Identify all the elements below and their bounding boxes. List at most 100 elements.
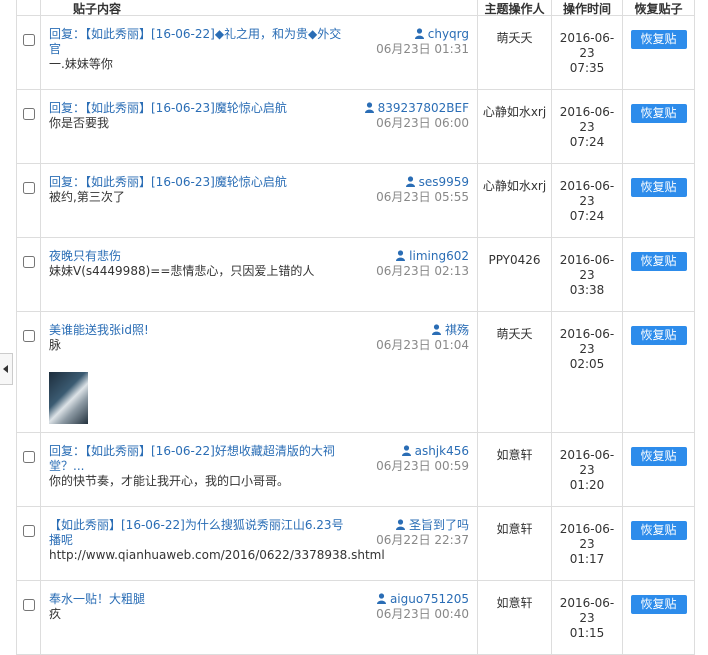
operator-name: 心静如水xrj [477, 89, 552, 164]
operator-name: 如意轩 [477, 432, 552, 507]
restore-cell: 恢复贴 [622, 506, 695, 581]
post-time: 06月22日 22:37 [376, 533, 469, 547]
post-content-cell: 回复：【如此秀丽】[16-06-23]魔轮惊心启航 839237802BEF 0… [40, 89, 478, 164]
post-content-cell: 美谁能送我张id照! 祺殇 06月23日 01:04 脉 [40, 311, 478, 433]
post-content-cell: 回复：【如此秀丽】[16-06-22]好想收藏超清版的大祠堂？... ashjk… [40, 432, 478, 507]
header-operator: 主题操作人 [477, 0, 552, 16]
restore-post-button[interactable]: 恢复贴 [630, 30, 687, 49]
post-title-link[interactable]: 美谁能送我张id照! [49, 323, 349, 338]
restore-cell: 恢复贴 [622, 580, 695, 655]
post-author-link[interactable]: ses9959 [419, 175, 469, 189]
post-author-link[interactable]: liming602 [409, 249, 469, 263]
restore-cell: 恢复贴 [622, 237, 695, 312]
header-checkbox-cell [16, 0, 41, 16]
operation-time: 2016-06- 23 03:38 [551, 237, 623, 312]
user-icon [396, 249, 409, 263]
restore-cell: 恢复贴 [622, 432, 695, 507]
post-content-cell: 奉水一贴！大粗腿 aiguo751205 06月23日 00:40 疚 [40, 580, 478, 655]
restore-post-button[interactable]: 恢复贴 [630, 595, 687, 614]
user-icon [414, 27, 428, 41]
header-content: 贴子内容 [40, 0, 478, 16]
post-body: 一.妹妹等你 [49, 57, 113, 71]
operator-name: 萌夭夭 [477, 15, 552, 90]
post-author-link[interactable]: aiguo751205 [390, 592, 469, 606]
deleted-posts-panel: 贴子内容 主题操作人 操作时间 恢复贴子 回复：【如此秀丽】[16-06-22]… [16, 0, 695, 655]
restore-post-button[interactable]: 恢复贴 [630, 447, 687, 466]
post-content-cell: 【如此秀丽】[16-06-22]为什么搜狐说秀丽江山6.23号播呢 圣旨到了吗 … [40, 506, 478, 581]
post-body: 你的快节奏，才能让我开心，我的口小哥哥。 [49, 474, 290, 488]
operator-name: 心静如水xrj [477, 163, 552, 238]
post-title-link[interactable]: 回复：【如此秀丽】[16-06-23]魔轮惊心启航 [49, 101, 349, 116]
post-body: 疚 [49, 607, 62, 621]
post-title-link[interactable]: 回复：【如此秀丽】[16-06-22]好想收藏超清版的大祠堂？... [49, 444, 349, 474]
restore-post-button[interactable]: 恢复贴 [630, 252, 687, 271]
table-row: 【如此秀丽】[16-06-22]为什么搜狐说秀丽江山6.23号播呢 圣旨到了吗 … [16, 506, 695, 581]
row-checkbox-cell [16, 163, 41, 238]
operation-time: 2016-06- 23 01:17 [551, 506, 623, 581]
header-op-time: 操作时间 [551, 0, 623, 16]
post-title-link[interactable]: 回复：【如此秀丽】[16-06-23]魔轮惊心启航 [49, 175, 349, 190]
table-row: 夜晚只有悲伤 liming602 06月23日 02:13 妹妹V(s44499… [16, 237, 695, 312]
post-author-link[interactable]: 祺殇 [445, 323, 469, 337]
post-author-link[interactable]: 圣旨到了吗 [409, 518, 469, 532]
restore-cell: 恢复贴 [622, 15, 695, 90]
chevron-left-icon [3, 365, 8, 373]
operation-time: 2016-06- 23 07:24 [551, 163, 623, 238]
table-header-row: 贴子内容 主题操作人 操作时间 恢复贴子 [16, 0, 695, 16]
row-checkbox[interactable] [22, 451, 35, 463]
post-body: 妹妹V(s4449988)==悲情悲心，只因爱上错的人 [49, 264, 315, 278]
row-checkbox[interactable] [22, 599, 35, 611]
post-author-link[interactable]: 839237802BEF [378, 101, 469, 115]
table-row: 回复：【如此秀丽】[16-06-22]◆礼之用，和为贵◆外交官 chyqrg 0… [16, 15, 695, 90]
restore-cell: 恢复贴 [622, 311, 695, 433]
table-row: 回复：【如此秀丽】[16-06-23]魔轮惊心启航 839237802BEF 0… [16, 89, 695, 164]
operation-time: 2016-06- 23 01:15 [551, 580, 623, 655]
row-checkbox[interactable] [22, 108, 35, 120]
post-title-link[interactable]: 回复：【如此秀丽】[16-06-22]◆礼之用，和为贵◆外交官 [49, 27, 349, 57]
user-icon [376, 592, 390, 606]
post-body: http://www.qianhuaweb.com/2016/0622/3378… [49, 548, 385, 562]
post-thumbnail-image[interactable] [49, 372, 88, 424]
restore-cell: 恢复贴 [622, 89, 695, 164]
restore-post-button[interactable]: 恢复贴 [630, 178, 687, 197]
row-checkbox[interactable] [22, 525, 35, 537]
operation-time: 2016-06- 23 07:35 [551, 15, 623, 90]
row-checkbox[interactable] [22, 34, 35, 46]
post-body: 被约,第三次了 [49, 190, 125, 204]
restore-post-button[interactable]: 恢复贴 [630, 104, 687, 123]
restore-cell: 恢复贴 [622, 163, 695, 238]
post-time: 06月23日 01:31 [376, 42, 469, 56]
user-icon [431, 323, 445, 337]
user-icon [405, 175, 419, 189]
operator-name: 如意轩 [477, 506, 552, 581]
row-checkbox[interactable] [22, 182, 35, 194]
post-content-cell: 回复：【如此秀丽】[16-06-22]◆礼之用，和为贵◆外交官 chyqrg 0… [40, 15, 478, 90]
post-title-link[interactable]: 夜晚只有悲伤 [49, 249, 349, 264]
operator-name: 萌夭夭 [477, 311, 552, 433]
user-icon [395, 518, 409, 532]
post-body: 脉 [49, 338, 62, 352]
operation-time: 2016-06- 23 01:20 [551, 432, 623, 507]
operation-time: 2016-06- 23 07:24 [551, 89, 623, 164]
restore-post-button[interactable]: 恢复贴 [630, 326, 687, 345]
post-time: 06月23日 00:59 [376, 459, 469, 473]
restore-post-button[interactable]: 恢复贴 [630, 521, 687, 540]
row-checkbox-cell [16, 432, 41, 507]
post-title-link[interactable]: 奉水一贴！大粗腿 [49, 592, 349, 607]
collapse-sidebar-arrow[interactable] [0, 353, 13, 385]
row-checkbox-cell [16, 311, 41, 433]
deleted-posts-table: 贴子内容 主题操作人 操作时间 恢复贴子 回复：【如此秀丽】[16-06-22]… [16, 0, 695, 655]
row-checkbox[interactable] [22, 256, 35, 268]
row-checkbox-cell [16, 89, 41, 164]
table-row: 奉水一贴！大粗腿 aiguo751205 06月23日 00:40 疚 如意轩 … [16, 580, 695, 655]
operator-name: 如意轩 [477, 580, 552, 655]
row-checkbox[interactable] [22, 330, 35, 342]
user-icon [401, 444, 415, 458]
post-title-link[interactable]: 【如此秀丽】[16-06-22]为什么搜狐说秀丽江山6.23号播呢 [49, 518, 349, 548]
table-row: 回复：【如此秀丽】[16-06-22]好想收藏超清版的大祠堂？... ashjk… [16, 432, 695, 507]
row-checkbox-cell [16, 580, 41, 655]
post-author-link[interactable]: chyqrg [428, 27, 469, 41]
user-icon [364, 101, 378, 115]
post-content-cell: 夜晚只有悲伤 liming602 06月23日 02:13 妹妹V(s44499… [40, 237, 478, 312]
post-author-link[interactable]: ashjk456 [415, 444, 469, 458]
